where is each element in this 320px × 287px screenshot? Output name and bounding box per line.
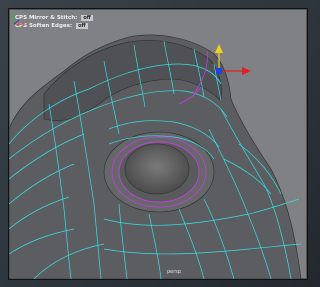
hud-value-soften: off — [76, 23, 88, 29]
view-axis-icon — [13, 13, 25, 25]
viewport-3d[interactable]: CPS Mirror & Stitch: off CPS Soften Edge… — [8, 8, 308, 280]
move-manipulator-icon[interactable] — [215, 44, 251, 75]
mesh-wireframe[interactable] — [9, 9, 307, 279]
camera-label: persp — [167, 269, 182, 275]
hud-value-mirror: off — [81, 15, 93, 21]
window-frame: CPS Mirror & Stitch: off CPS Soften Edge… — [0, 0, 320, 287]
eyeball[interactable] — [124, 143, 190, 195]
